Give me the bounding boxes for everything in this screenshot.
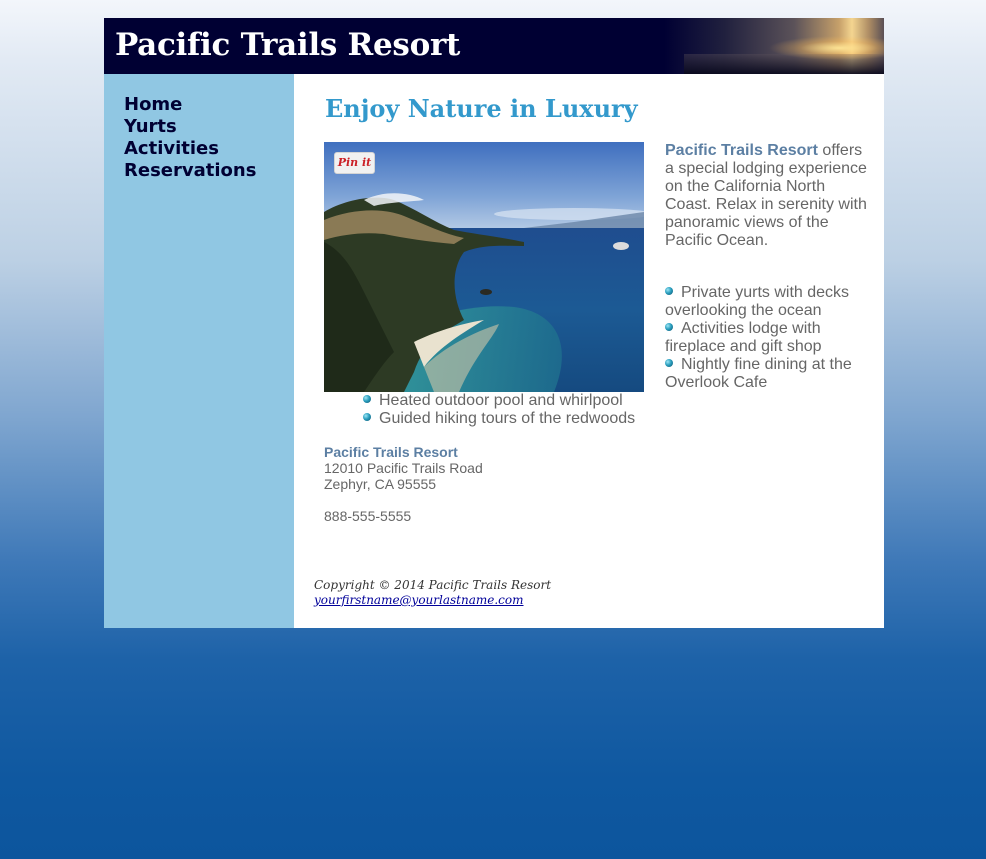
amenities-list: Private yurts with decks overlooking the…: [665, 284, 865, 392]
header-sunset-glow: [704, 18, 884, 74]
site-header: Pacific Trails Resort: [104, 18, 884, 74]
amenity-text: Guided hiking tours of the redwoods: [379, 410, 636, 427]
list-item: Heated outdoor pool and whirlpool: [363, 392, 683, 410]
list-item: Guided hiking tours of the redwoods: [363, 410, 683, 428]
amenity-text: Private yurts with decks overlooking the…: [665, 284, 850, 319]
email-link[interactable]: yourfirstname@yourlastname.com: [314, 593, 524, 607]
amenities-list-continued: Heated outdoor pool and whirlpool Guided…: [363, 392, 683, 428]
bullet-icon: [665, 323, 673, 331]
amenity-text: Nightly fine dining at the Overlook Cafe: [665, 356, 852, 391]
nav-link-reservations[interactable]: Reservations: [124, 160, 294, 182]
intro-paragraph: Pacific Trails Resort offers a special l…: [665, 142, 870, 250]
bullet-icon: [665, 359, 673, 367]
bullet-icon: [363, 395, 371, 403]
site-title: Pacific Trails Resort: [115, 27, 460, 63]
list-item: Private yurts with decks overlooking the…: [665, 284, 865, 320]
page-wrapper: Pacific Trails Resort Home Yurts Activit…: [104, 18, 884, 628]
main-nav: Home Yurts Activities Reservations: [124, 94, 294, 182]
bullet-icon: [363, 413, 371, 421]
contact-name: Pacific Trails Resort: [324, 444, 458, 460]
coastline-image: [324, 142, 644, 392]
site-footer: Copyright © 2014 Pacific Trails Resort y…: [314, 578, 551, 608]
intro-resort-name: Pacific Trails Resort: [665, 142, 818, 159]
coastline-photo: Pin it: [324, 142, 644, 392]
amenity-text: Heated outdoor pool and whirlpool: [379, 392, 623, 409]
pin-it-button[interactable]: Pin it: [334, 152, 375, 174]
nav-link-yurts[interactable]: Yurts: [124, 116, 294, 138]
bullet-icon: [665, 287, 673, 295]
main-content: Enjoy Nature in Luxury Pin it Pacific Tr…: [294, 74, 884, 628]
list-item: Nightly fine dining at the Overlook Cafe: [665, 356, 865, 392]
contact-street: 12010 Pacific Trails Road: [324, 460, 483, 476]
copyright-text: Copyright © 2014 Pacific Trails Resort: [314, 578, 552, 592]
contact-info: Pacific Trails Resort 12010 Pacific Trai…: [324, 444, 483, 524]
contact-phone: 888-555-5555: [324, 508, 412, 524]
page-heading: Enjoy Nature in Luxury: [325, 94, 638, 123]
amenity-text: Activities lodge with fireplace and gift…: [665, 320, 822, 355]
contact-city: Zephyr, CA 95555: [324, 476, 437, 492]
nav-link-home[interactable]: Home: [124, 94, 294, 116]
list-item: Activities lodge with fireplace and gift…: [665, 320, 865, 356]
nav-link-activities[interactable]: Activities: [124, 138, 294, 160]
